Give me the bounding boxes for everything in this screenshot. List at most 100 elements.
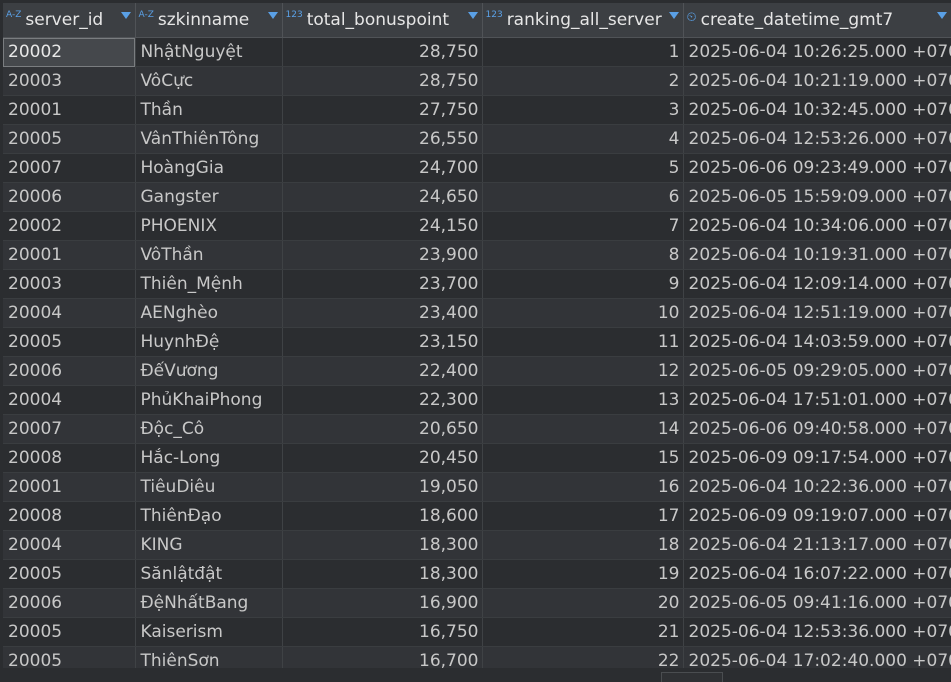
cell-server-id[interactable]: 20007 (3, 153, 136, 183)
cell-szkinname[interactable]: ThiênSơn (135, 646, 283, 668)
cell-create-datetime[interactable]: 2025-06-06 09:23:49.000 +0700 (683, 153, 951, 183)
cell-server-id[interactable]: 20001 (3, 240, 136, 270)
table-row[interactable]: 20005 HuynhĐệ 23,150 11 2025-06-04 14:03:59.… (3, 327, 951, 357)
cell-server-id[interactable]: 20005 (3, 617, 136, 647)
cell-create-datetime[interactable]: 2025-06-04 12:53:36.000 +0700 (683, 617, 951, 647)
results-grid[interactable]: A-Z server_id A-Z szkinname 123 total_bo… (3, 3, 951, 668)
cell-szkinname[interactable]: Độc_Cô (135, 414, 283, 444)
cell-total-bonuspoint[interactable]: 20,450 (282, 443, 483, 473)
cell-ranking-all-server[interactable]: 22 (482, 646, 684, 668)
cell-szkinname[interactable]: HoàngGia (135, 153, 283, 183)
cell-server-id[interactable]: 20008 (3, 443, 136, 473)
cell-total-bonuspoint[interactable]: 16,750 (282, 617, 483, 647)
cell-create-datetime[interactable]: 2025-06-04 10:21:19.000 +0700 (683, 66, 951, 96)
cell-total-bonuspoint[interactable]: 23,150 (282, 327, 483, 357)
cell-create-datetime[interactable]: 2025-06-04 10:26:25.000 +0700 (683, 37, 951, 67)
cell-create-datetime[interactable]: 2025-06-04 10:32:45.000 +0700 (683, 95, 951, 125)
table-row[interactable]: 20004 AENghèo 23,400 10 2025-06-04 12:51:19.… (3, 298, 951, 328)
cell-create-datetime[interactable]: 2025-06-04 17:51:01.000 +0700 (683, 385, 951, 415)
cell-server-id[interactable]: 20006 (3, 588, 136, 618)
cell-total-bonuspoint[interactable]: 23,400 (282, 298, 483, 328)
cell-server-id[interactable]: 20001 (3, 472, 136, 502)
column-header-create-datetime-gmt7[interactable]: ⏲ create_datetime_gmt7 (683, 3, 951, 38)
filter-dropdown-icon[interactable] (668, 11, 679, 19)
cell-total-bonuspoint[interactable]: 22,300 (282, 385, 483, 415)
cell-ranking-all-server[interactable]: 10 (482, 298, 684, 328)
cell-szkinname[interactable]: TiêuDiêu (135, 472, 283, 502)
cell-ranking-all-server[interactable]: 21 (482, 617, 684, 647)
cell-total-bonuspoint[interactable]: 23,700 (282, 269, 483, 299)
cell-ranking-all-server[interactable]: 18 (482, 530, 684, 560)
cell-szkinname[interactable]: Thần (135, 95, 283, 125)
cell-total-bonuspoint[interactable]: 27,750 (282, 95, 483, 125)
cell-szkinname[interactable]: NhậtNguyệt (135, 37, 283, 67)
cell-create-datetime[interactable]: 2025-06-05 15:59:09.000 +0700 (683, 182, 951, 212)
cell-ranking-all-server[interactable]: 16 (482, 472, 684, 502)
cell-create-datetime[interactable]: 2025-06-04 10:22:36.000 +0700 (683, 472, 951, 502)
cell-ranking-all-server[interactable]: 14 (482, 414, 684, 444)
cell-total-bonuspoint[interactable]: 20,650 (282, 414, 483, 444)
cell-server-id[interactable]: 20002 (3, 37, 136, 67)
table-row[interactable]: 20005 ThiênSơn 16,700 22 2025-06-04 17:02:40… (3, 646, 951, 668)
cell-total-bonuspoint[interactable]: 19,050 (282, 472, 483, 502)
cell-ranking-all-server[interactable]: 12 (482, 356, 684, 386)
table-row[interactable]: 20005 Kaiserism 16,750 21 2025-06-04 12:53:3… (3, 617, 951, 647)
cell-total-bonuspoint[interactable]: 24,150 (282, 211, 483, 241)
cell-szkinname[interactable]: Thiên_Mệnh (135, 269, 283, 299)
cell-create-datetime[interactable]: 2025-06-04 12:51:19.000 +0700 (683, 298, 951, 328)
cell-server-id[interactable]: 20007 (3, 414, 136, 444)
cell-total-bonuspoint[interactable]: 26,550 (282, 124, 483, 154)
table-row[interactable]: 20001 TiêuDiêu 19,050 16 2025-06-04 10:22:36… (3, 472, 951, 502)
table-row[interactable]: 20007 Độc_Cô 20,650 14 2025-06-06 09:40:58.0… (3, 414, 951, 444)
cell-server-id[interactable]: 20006 (3, 182, 136, 212)
column-header-server-id[interactable]: A-Z server_id (3, 3, 136, 38)
cell-ranking-all-server[interactable]: 13 (482, 385, 684, 415)
cell-server-id[interactable]: 20003 (3, 66, 136, 96)
cell-create-datetime[interactable]: 2025-06-06 09:40:58.000 +0700 (683, 414, 951, 444)
cell-ranking-all-server[interactable]: 11 (482, 327, 684, 357)
table-row[interactable]: 20005 Sănlậtđật 18,300 19 2025-06-04 16:07:2… (3, 559, 951, 589)
cell-create-datetime[interactable]: 2025-06-04 21:13:17.000 +0700 (683, 530, 951, 560)
table-row[interactable]: 20008 ThiênĐạo 18,600 17 2025-06-09 09:19:07… (3, 501, 951, 531)
cell-ranking-all-server[interactable]: 17 (482, 501, 684, 531)
table-row[interactable]: 20005 VânThiênTông 26,550 4 2025-06-04 12:53… (3, 124, 951, 154)
cell-server-id[interactable]: 20008 (3, 501, 136, 531)
cell-server-id[interactable]: 20004 (3, 530, 136, 560)
cell-create-datetime[interactable]: 2025-06-04 12:53:26.000 +0700 (683, 124, 951, 154)
cell-ranking-all-server[interactable]: 5 (482, 153, 684, 183)
cell-create-datetime[interactable]: 2025-06-09 09:17:54.000 +0700 (683, 443, 951, 473)
cell-szkinname[interactable]: AENghèo (135, 298, 283, 328)
cell-total-bonuspoint[interactable]: 22,400 (282, 356, 483, 386)
table-row[interactable]: 20008 Hắc-Long 20,450 15 2025-06-09 09:17:54… (3, 443, 951, 473)
cell-ranking-all-server[interactable]: 15 (482, 443, 684, 473)
cell-ranking-all-server[interactable]: 20 (482, 588, 684, 618)
cell-ranking-all-server[interactable]: 8 (482, 240, 684, 270)
cell-total-bonuspoint[interactable]: 16,900 (282, 588, 483, 618)
cell-szkinname[interactable]: Gangster (135, 182, 283, 212)
cell-total-bonuspoint[interactable]: 28,750 (282, 66, 483, 96)
cell-szkinname[interactable]: PHOENIX (135, 211, 283, 241)
cell-total-bonuspoint[interactable]: 18,300 (282, 559, 483, 589)
cell-ranking-all-server[interactable]: 4 (482, 124, 684, 154)
cell-szkinname[interactable]: VôThần (135, 240, 283, 270)
cell-server-id[interactable]: 20006 (3, 356, 136, 386)
cell-create-datetime[interactable]: 2025-06-04 12:09:14.000 +0700 (683, 269, 951, 299)
cell-server-id[interactable]: 20004 (3, 298, 136, 328)
cell-create-datetime[interactable]: 2025-06-09 09:19:07.000 +0700 (683, 501, 951, 531)
cell-create-datetime[interactable]: 2025-06-05 09:29:05.000 +0700 (683, 356, 951, 386)
cell-server-id[interactable]: 20005 (3, 559, 136, 589)
cell-total-bonuspoint[interactable]: 18,600 (282, 501, 483, 531)
cell-total-bonuspoint[interactable]: 28,750 (282, 37, 483, 67)
table-row[interactable]: 20004 KING 18,300 18 2025-06-04 21:13:17.000… (3, 530, 951, 560)
cell-szkinname[interactable]: ĐếVương (135, 356, 283, 386)
table-row[interactable]: 20001 VôThần 23,900 8 2025-06-04 10:19:31.00… (3, 240, 951, 270)
cell-server-id[interactable]: 20002 (3, 211, 136, 241)
column-header-total-bonuspoint[interactable]: 123 total_bonuspoint (282, 3, 483, 38)
cell-szkinname[interactable]: Kaiserism (135, 617, 283, 647)
filter-dropdown-icon[interactable] (467, 11, 478, 19)
table-row[interactable]: 20002 PHOENIX 24,150 7 2025-06-04 10:34:06.0… (3, 211, 951, 241)
cell-szkinname[interactable]: VânThiênTông (135, 124, 283, 154)
table-row[interactable]: 20004 PhủKhaiPhong 22,300 13 2025-06-04 17:5… (3, 385, 951, 415)
cell-ranking-all-server[interactable]: 7 (482, 211, 684, 241)
table-row[interactable]: 20006 Gangster 24,650 6 2025-06-05 15:59:09.… (3, 182, 951, 212)
